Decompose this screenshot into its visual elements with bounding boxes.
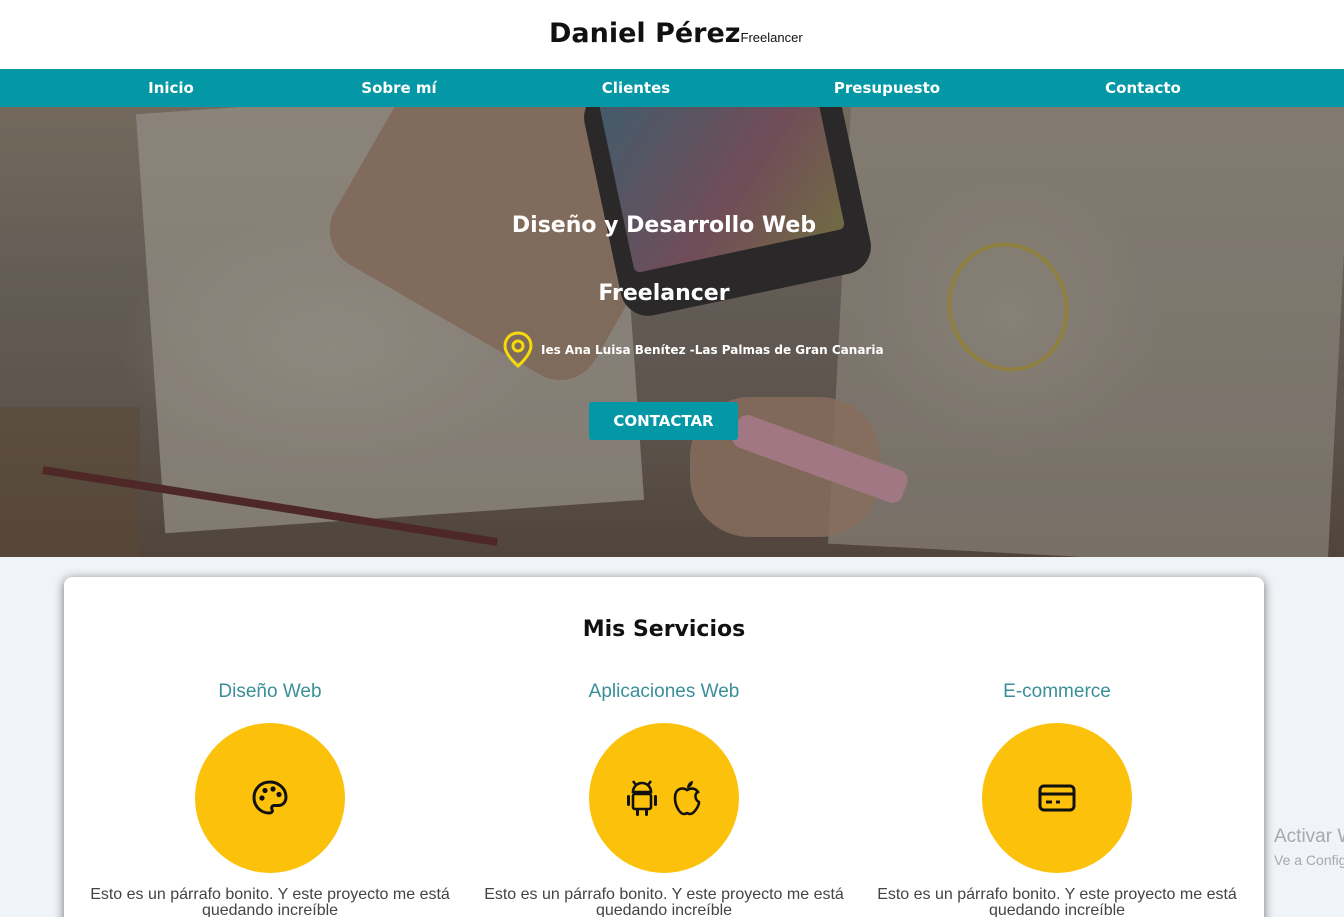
site-header: Daniel PérezFreelancer [0,0,1344,69]
credit-card-icon [1038,784,1076,812]
nav-contacto[interactable]: Contacto [1105,69,1181,107]
services-card: Mis Servicios Diseño Web Esto es un párr… [64,577,1264,917]
watermark-line-2: Ve a Config [1274,852,1344,868]
watermark-line-1: Activar W [1274,826,1344,847]
nav-presupuesto[interactable]: Presupuesto [834,69,940,107]
brand-name: Daniel Pérez [549,18,741,49]
brand[interactable]: Daniel PérezFreelancer [549,18,803,49]
hero-section: Diseño y Desarrollo Web Freelancer Ies A… [0,107,1344,557]
hero-title: Diseño y Desarrollo Web [511,213,817,238]
nav-inicio[interactable]: Inicio [148,69,194,107]
main-nav: Inicio Sobre mí Clientes Presupuesto Con… [0,69,1344,107]
service-title: Aplicaciones Web [588,681,740,702]
map-pin-icon [503,331,533,368]
hero-subtitle: Freelancer [598,281,730,306]
service-description: Esto es un párrafo bonito. Y este proyec… [90,886,450,917]
contact-button[interactable]: CONTACTAR [589,402,738,440]
service-icon-circle [589,723,739,873]
service-item-e-commerce: E-commerce Esto es un párrafo bonito. Y … [860,681,1254,917]
windows-activation-watermark: Activar W Ve a Config [1274,826,1344,868]
palette-icon [252,780,288,815]
service-title: Diseño Web [218,681,322,702]
service-icon-circle [982,723,1132,873]
nav-clientes[interactable]: Clientes [602,69,670,107]
hero-location: Ies Ana Luisa Benítez -Las Palmas de Gra… [502,330,884,370]
android-icon [627,780,657,816]
service-description: Esto es un párrafo bonito. Y este proyec… [484,886,844,917]
service-title: E-commerce [1003,681,1111,702]
services-title: Mis Servicios [582,617,746,642]
service-description: Esto es un párrafo bonito. Y este proyec… [877,886,1237,917]
service-item-diseno-web: Diseño Web Esto es un párrafo bonito. Y … [73,681,467,917]
service-icon-circle [195,723,345,873]
apple-icon [673,781,701,816]
service-item-aplicaciones-web: Aplicaciones Web Esto es un párrafo boni… [467,681,861,917]
location-text: Ies Ana Luisa Benítez -Las Palmas de Gra… [541,343,884,357]
brand-tagline: Freelancer [740,30,803,45]
nav-sobre-mi[interactable]: Sobre mí [361,69,436,107]
